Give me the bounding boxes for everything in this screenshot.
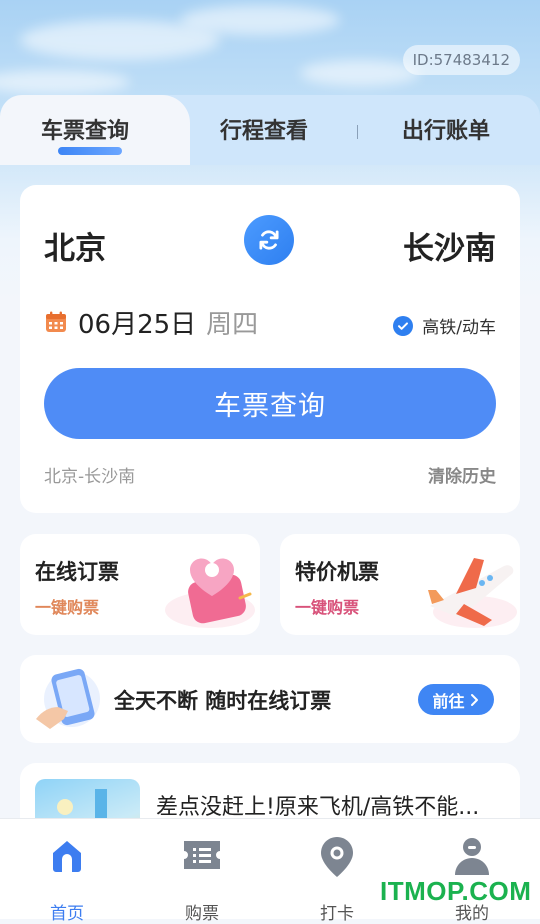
tab-divider (357, 125, 358, 139)
travel-date: 06月25日 (78, 309, 197, 340)
travel-weekday: 周四 (206, 309, 259, 340)
go-button[interactable]: 前往 (418, 684, 494, 715)
nav-home[interactable]: 首页 (27, 835, 107, 924)
clear-history-button[interactable]: 清除历史 (428, 462, 496, 487)
active-tab-indicator (58, 147, 122, 155)
tab-bar: 车票查询 行程查看 出行账单 (0, 95, 540, 165)
phone-booking-icon (36, 668, 100, 729)
online-booking-subtitle: 一键购票 (35, 598, 100, 617)
online-booking-card[interactable]: 在线订票 一键购票 (20, 534, 260, 635)
tab-travel-bill[interactable]: 出行账单 (402, 113, 490, 145)
nav-checkin-label: 打卡 (320, 904, 354, 924)
swap-cities-button[interactable] (244, 215, 294, 265)
user-id-badge: ID:57483412 (402, 45, 520, 75)
tab-trip-view[interactable]: 行程查看 (220, 113, 308, 145)
checkmark-icon (393, 315, 414, 336)
go-button-label: 前往 (432, 691, 465, 711)
from-city[interactable]: 北京 (44, 223, 106, 268)
search-history-item[interactable]: 北京-长沙南 (44, 462, 135, 487)
search-tickets-button[interactable]: 车票查询 (44, 368, 496, 439)
to-city[interactable]: 长沙南 (403, 223, 496, 268)
discount-flight-subtitle: 一键购票 (295, 598, 360, 617)
location-pin-icon (321, 837, 353, 877)
discount-flight-card[interactable]: 特价机票 一键购票 (280, 534, 520, 635)
calendar-icon (46, 311, 66, 332)
user-icon (455, 838, 489, 875)
online-booking-banner[interactable]: 全天不断 随时在线订票 前往 (20, 655, 520, 743)
nav-tickets[interactable]: 购票 (162, 835, 242, 924)
cloud-decoration (300, 60, 420, 86)
train-option-label: 高铁/动车 (422, 318, 496, 338)
home-icon (53, 841, 81, 872)
high-speed-train-checkbox[interactable]: 高铁/动车 (393, 313, 496, 338)
nav-tickets-label: 购票 (185, 904, 219, 924)
tab-ticket-search[interactable]: 车票查询 (41, 113, 129, 145)
swap-icon (259, 230, 279, 250)
date-selector[interactable]: 06月25日 周四 (44, 305, 259, 340)
nav-checkin[interactable]: 打卡 (297, 835, 377, 924)
banner-text: 全天不断 随时在线订票 (114, 689, 332, 713)
cloud-decoration (180, 5, 340, 35)
nav-home-label: 首页 (50, 904, 84, 924)
chevron-right-icon (470, 693, 478, 706)
ticket-icon (184, 841, 220, 869)
online-booking-title: 在线订票 (35, 560, 119, 584)
news-title: 差点没赶上!原来飞机/高铁不能... (156, 795, 480, 820)
discount-flight-title: 特价机票 (295, 560, 379, 584)
cloud-decoration (0, 70, 130, 94)
ticket-search-card: 北京 长沙南 06月25日 周四 高铁/动车 车票查询 北京-长沙南 清除历史 (20, 185, 520, 513)
ticket-heart-icon (165, 558, 255, 628)
airplane-icon (428, 558, 517, 628)
site-watermark: ITMOP.COM (380, 876, 532, 906)
